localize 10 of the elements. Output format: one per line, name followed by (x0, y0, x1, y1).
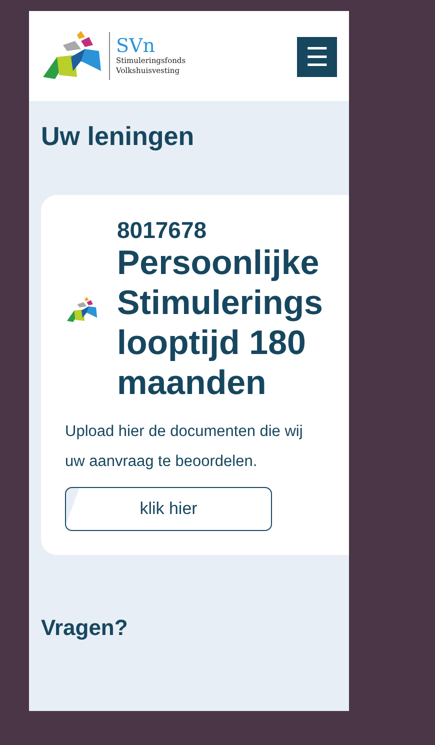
page-title: Uw leningen (40, 120, 196, 153)
loan-description: Upload hier de documenten die wij uw aanvraag te beoordelen. (65, 422, 304, 472)
upload-button[interactable]: klik hier (65, 487, 272, 531)
logo-icon (41, 31, 103, 81)
logo-title: SVn (116, 36, 156, 56)
logo-icon (65, 297, 99, 323)
section-heading: Vragen? (40, 614, 129, 641)
loan-number: 8017678 (117, 217, 208, 243)
loan-title: Persoonlijke Stimulerings looptijd 180 maanden (117, 243, 323, 403)
menu-button[interactable]: ☰ (297, 36, 337, 76)
